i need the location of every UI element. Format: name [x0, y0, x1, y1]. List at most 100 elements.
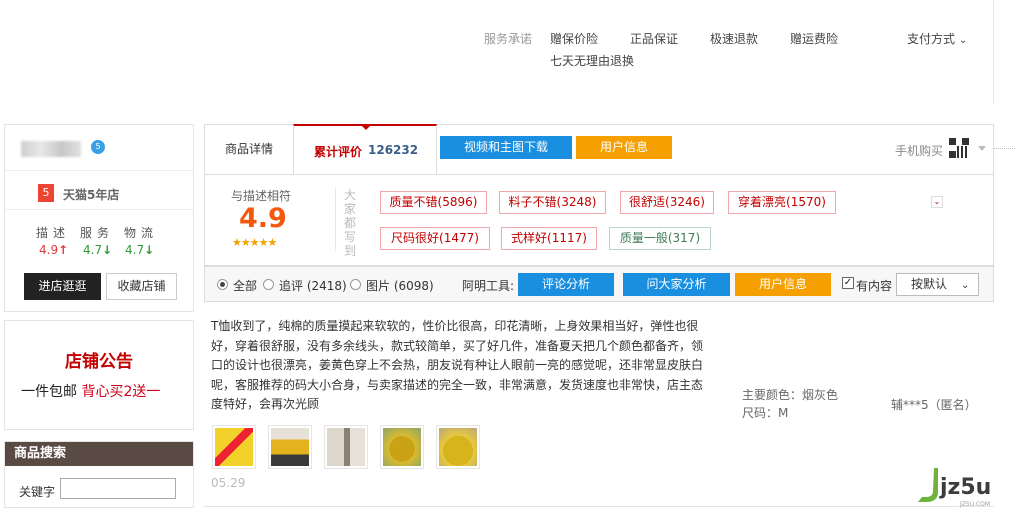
score-value: 4.9 [39, 243, 59, 257]
sku-color: 主要颜色：烟灰色 [742, 388, 839, 402]
payment-method-label: 支付方式 [907, 32, 956, 46]
match-description-label: 与描述相符 [231, 189, 292, 203]
page-divider [993, 0, 994, 104]
chevron-down-icon: ⌄ [961, 280, 970, 291]
filter-images-label[interactable]: 图片 (6098) [366, 277, 434, 294]
review-tabs-bar: 商品详情 累计评价 126232 视频和主图下载 用户信息 手机购买 [204, 124, 994, 175]
score-header-description: 描述 [36, 226, 71, 240]
arrow-down-icon: ↓ [144, 243, 155, 257]
tmall-years-text: 天猫5年店 [63, 188, 120, 202]
review-image-thumb[interactable] [212, 425, 256, 469]
tab-product-detail[interactable]: 商品详情 [205, 125, 293, 174]
score-value: 4.7 [83, 243, 103, 257]
service-item-fast-refund[interactable]: 极速退款 [710, 30, 758, 47]
review-image-thumb[interactable] [268, 425, 312, 469]
score-value: 4.7 [125, 243, 145, 257]
caret-down-icon [362, 126, 370, 130]
tmall-years-icon: 5 [38, 184, 54, 202]
notice-highlight: 背心买2送一 [81, 384, 161, 400]
image-placeholder [271, 428, 309, 466]
image-placeholder [215, 428, 253, 466]
reviewer-name: 辅***5（匿名） [891, 398, 977, 412]
tag-item[interactable]: 质量不错(5896) [380, 191, 487, 214]
service-item-seven-day-return[interactable]: 七天无理由退换 [550, 52, 634, 69]
product-search-title: 商品搜索 [5, 442, 193, 466]
tab-reviews-label: 累计评价 [314, 145, 363, 159]
tag-item[interactable]: 式样好(1117) [501, 227, 597, 250]
shop-card-divider [5, 209, 193, 210]
tag-item[interactable]: 穿着漂亮(1570) [728, 191, 836, 214]
tool-user-info-button[interactable]: 用户信息 [735, 273, 831, 296]
favorite-shop-button[interactable]: 收藏店铺 [106, 273, 177, 300]
keyword-input[interactable] [60, 478, 176, 499]
qr-code-icon[interactable] [949, 138, 969, 158]
product-search-panel: 商品搜索 关键字 [4, 441, 194, 508]
arrow-down-icon: ↓ [102, 243, 113, 257]
mobile-buy-label[interactable]: 手机购买 [895, 142, 943, 159]
caret-down-icon[interactable] [978, 146, 986, 151]
keyword-label: 关键字 [19, 485, 56, 499]
tab-reviews[interactable]: 累计评价 126232 [293, 124, 437, 175]
chevron-down-icon: ⌄ [958, 35, 968, 46]
shop-level-badge-icon: 5 [91, 140, 105, 154]
score-logistics: 4.7↓ [125, 243, 154, 257]
notice-title: 店铺公告 [65, 352, 133, 372]
tag-item[interactable]: 很舒适(3246) [620, 191, 714, 214]
site-watermark-logo: jz5u JZ5U.COM [918, 468, 991, 508]
review-divider [204, 506, 994, 507]
shop-card-divider [5, 170, 193, 171]
review-date: 05.29 [211, 476, 246, 490]
image-placeholder [327, 428, 365, 466]
filter-followup-label[interactable]: 追评 (2418) [279, 277, 347, 294]
star-rating-icon: ★★★★★ [232, 236, 277, 249]
shop-name-blurred [21, 141, 81, 157]
payment-method-dropdown[interactable]: 支付方式 ⌄ [907, 30, 967, 47]
review-analysis-button[interactable]: 评论分析 [518, 273, 614, 296]
service-item-genuine[interactable]: 正品保证 [630, 30, 678, 47]
notice-line: 一件包邮 背心买2送一 [21, 381, 160, 401]
shop-card: 5 5 天猫5年店 描述 服务 物流 4.9↑ 4.7↓ 4.7↓ 进店逛逛 收… [4, 124, 194, 312]
sort-value: 按默认 [911, 277, 948, 291]
sku-size: 尺码：M [742, 406, 789, 420]
rating-summary: 与描述相符 4.9 ★★★★★ 大家都写到 质量不错(5896) 料子不错(32… [204, 174, 994, 266]
arrow-up-icon: ↑ [58, 243, 69, 257]
tag-item[interactable]: 尺码很好(1477) [380, 227, 490, 250]
image-placeholder [439, 428, 477, 466]
filter-followup-radio[interactable] [263, 279, 274, 290]
video-download-button[interactable]: 视频和主图下载 [440, 136, 572, 159]
service-item-shipping-insurance[interactable]: 赠运费险 [790, 30, 838, 47]
image-placeholder [383, 428, 421, 466]
tag-item[interactable]: 质量一般(317) [609, 227, 711, 250]
logo-j-icon [918, 468, 938, 502]
score-header-logistics: 物流 [124, 226, 159, 240]
sort-select[interactable]: 按默认 ⌄ [896, 273, 979, 296]
score-description: 4.9↑ [39, 243, 68, 257]
filter-all-label[interactable]: 全部 [233, 277, 257, 294]
dotted-divider [994, 148, 1015, 149]
tab-reviews-count: 126232 [368, 143, 419, 157]
logo-subtext: JZ5U.COM [959, 501, 990, 508]
score-header-service: 服务 [80, 226, 115, 240]
service-item-price-protection[interactable]: 赠保价险 [550, 30, 598, 47]
review-content: T恤收到了，纯棉的质量摸起来软软的，性价比很高，印花清晰，上身效果相当好，弹性也… [211, 319, 704, 411]
user-info-button[interactable]: 用户信息 [576, 136, 672, 159]
expand-chevron-icon[interactable]: ⌄ [931, 196, 943, 208]
service-promise-label: 服务承诺 [484, 32, 533, 46]
review-filter-bar: 全部 追评 (2418) 图片 (6098) 阿明工具: 评论分析 问大家分析 … [204, 266, 994, 302]
review-image-thumb[interactable] [324, 425, 368, 469]
match-description-score: 4.9 [239, 203, 287, 234]
filter-all-radio[interactable] [217, 279, 228, 290]
enter-shop-button[interactable]: 进店逛逛 [24, 273, 101, 300]
filter-images-radio[interactable] [350, 279, 361, 290]
score-service: 4.7↓ [83, 243, 112, 257]
has-content-checkbox[interactable]: ✓ [842, 277, 854, 289]
shop-notice: 店铺公告 一件包邮 背心买2送一 [4, 320, 194, 430]
review-sku-info: 主要颜色：烟灰色 尺码：M [742, 386, 838, 422]
notice-prefix: 一件包邮 [21, 384, 82, 400]
summary-divider [335, 187, 336, 251]
ask-everyone-analysis-button[interactable]: 问大家分析 [623, 273, 730, 296]
review-image-thumb[interactable] [436, 425, 480, 469]
tag-item[interactable]: 料子不错(3248) [499, 191, 606, 214]
has-content-label[interactable]: 有内容 [856, 277, 892, 294]
review-image-thumb[interactable] [380, 425, 424, 469]
